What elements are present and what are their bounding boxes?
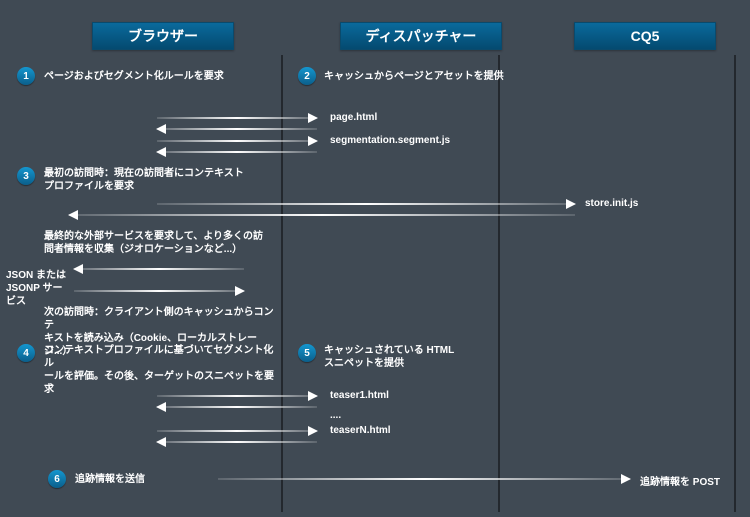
step-text-1: ページおよびセグメント化ルールを要求 (44, 70, 244, 83)
side-jsonp-label: JSON または JSONP サービス (6, 269, 72, 308)
msg-teaser1: teaser1.html (330, 390, 389, 401)
arrow-tn-left (157, 441, 317, 443)
arrow-1b-left (157, 151, 317, 153)
msg-dots: .... (330, 410, 341, 421)
step-text-4: コンテキストプロファイルに基づいてセグメント化ル ールを評価。その後、ターゲット… (44, 344, 274, 396)
msg-track-post: 追跡情報を POST (640, 473, 720, 488)
step-text-5: キャッシュされている HTML スニペットを提供 (324, 344, 524, 370)
msg-segmentation: segmentation.segment.js (330, 135, 450, 146)
step-text-2: キャッシュからページとアセットを提供 (324, 70, 524, 83)
lifeline-browser (281, 55, 283, 512)
step-text-3b: 最終的な外部サービスを要求して、より多くの訪 問者情報を収集（ジオロケーションな… (44, 230, 264, 256)
step-text-6: 追跡情報を送信 (75, 473, 215, 486)
step-text-3: 最初の訪問時：現在の訪問者にコンテキスト プロファイルを要求 (44, 167, 274, 193)
lifeline-cq5 (734, 55, 736, 512)
msg-teasern: teaserN.html (330, 425, 391, 436)
arrow-store-left (69, 214, 575, 216)
col-header-browser: ブラウザー (92, 22, 234, 50)
msg-store-init: store.init.js (585, 198, 638, 209)
arrow-ext-right (74, 290, 244, 292)
step-num-5: 5 (298, 344, 316, 362)
arrow-t1-right (157, 395, 317, 397)
col-header-dispatcher: ディスパッチャー (340, 22, 502, 50)
arrow-1b-right (157, 140, 317, 142)
step-num-1: 1 (17, 67, 35, 85)
arrow-t1-left (157, 406, 317, 408)
step-num-2: 2 (298, 67, 316, 85)
step-num-3: 3 (17, 167, 35, 185)
arrow-1a-left (157, 128, 317, 130)
arrow-1a-right (157, 117, 317, 119)
arrow-ext-left (74, 268, 244, 270)
step-num-4: 4 (17, 344, 35, 362)
arrow-store-right (157, 203, 575, 205)
msg-page-html: page.html (330, 112, 377, 123)
lifeline-dispatcher (498, 55, 500, 512)
step-num-6: 6 (48, 470, 66, 488)
col-header-cq5: CQ5 (574, 22, 716, 50)
arrow-track-right (218, 478, 630, 480)
arrow-tn-right (157, 430, 317, 432)
